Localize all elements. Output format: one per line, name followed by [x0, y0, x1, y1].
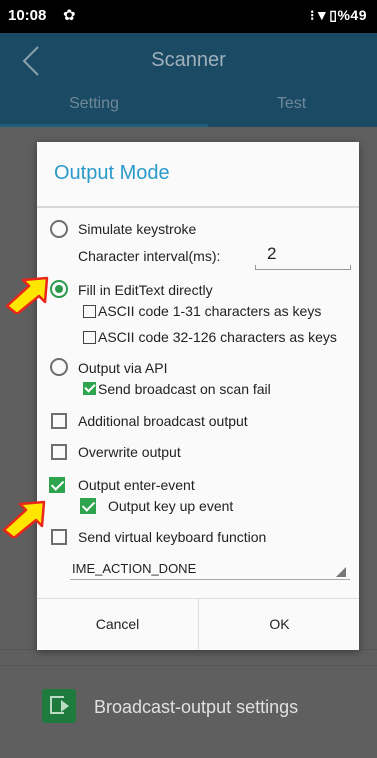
send-broadcast-fail-label: Send broadcast on scan fail	[98, 381, 271, 397]
output-enter-event-checkbox[interactable]	[49, 477, 65, 493]
title-divider	[37, 206, 359, 208]
output-enter-event-label: Output enter-event	[78, 477, 195, 493]
output-via-api-radio[interactable]	[50, 358, 68, 376]
status-time: 10:08	[8, 7, 47, 24]
status-indicators: ⁝▼▯%49	[309, 7, 367, 23]
ascii-1-31-label: ASCII code 1-31 characters as keys	[98, 303, 322, 319]
list-item-label: Broadcast-output settings	[94, 697, 299, 717]
ime-action-select[interactable]: IME_ACTION_DONE	[70, 554, 350, 580]
status-bar: 10:08 ✿ ⁝▼▯%49	[0, 0, 377, 33]
pointer-arrow-icon	[5, 276, 49, 314]
ime-action-underline	[70, 579, 350, 580]
ime-action-value: IME_ACTION_DONE	[72, 561, 197, 576]
page-title: Scanner	[151, 49, 226, 71]
fill-edittext-label: Fill in EditText directly	[78, 282, 213, 298]
broadcast-output-icon	[42, 689, 76, 723]
character-interval-label: Character interval(ms):	[78, 248, 221, 264]
output-mode-dialog: Output Mode Simulate keystroke Character…	[37, 142, 359, 650]
ok-button[interactable]: OK	[199, 598, 360, 650]
character-interval-underline	[255, 265, 351, 270]
additional-broadcast-checkbox[interactable]	[51, 413, 67, 429]
output-key-up-checkbox[interactable]	[80, 498, 96, 514]
send-broadcast-fail-checkbox[interactable]	[83, 382, 96, 395]
fill-edittext-radio[interactable]	[50, 280, 68, 298]
list-item-broadcast-output[interactable]: Broadcast-output settings	[0, 665, 377, 758]
cancel-button[interactable]: Cancel	[37, 598, 198, 650]
simulate-keystroke-label: Simulate keystroke	[78, 221, 197, 237]
output-via-api-label: Output via API	[78, 360, 168, 376]
dropdown-arrow-icon	[336, 567, 346, 577]
gear-icon: ✿	[63, 7, 76, 24]
app-bar: Scanner	[0, 33, 377, 89]
ascii-32-126-label: ASCII code 32-126 characters as keys	[98, 329, 337, 345]
overwrite-output-checkbox[interactable]	[51, 444, 67, 460]
ascii-1-31-checkbox[interactable]	[83, 305, 96, 318]
dialog-title: Output Mode	[54, 162, 170, 184]
simulate-keystroke-radio[interactable]	[50, 220, 68, 238]
ascii-32-126-checkbox[interactable]	[83, 331, 96, 344]
send-virtual-keyboard-checkbox[interactable]	[51, 529, 67, 545]
pointer-arrow-icon	[2, 500, 46, 538]
tab-bar: Setting Test	[0, 89, 377, 127]
tab-setting[interactable]: Setting	[0, 95, 188, 113]
output-key-up-label: Output key up event	[108, 498, 234, 514]
tab-test[interactable]: Test	[206, 95, 377, 113]
character-interval-input[interactable]: 2	[267, 244, 276, 264]
overwrite-output-label: Overwrite output	[78, 444, 181, 460]
additional-broadcast-label: Additional broadcast output	[78, 413, 248, 429]
send-virtual-keyboard-label: Send virtual keyboard function	[78, 529, 267, 545]
